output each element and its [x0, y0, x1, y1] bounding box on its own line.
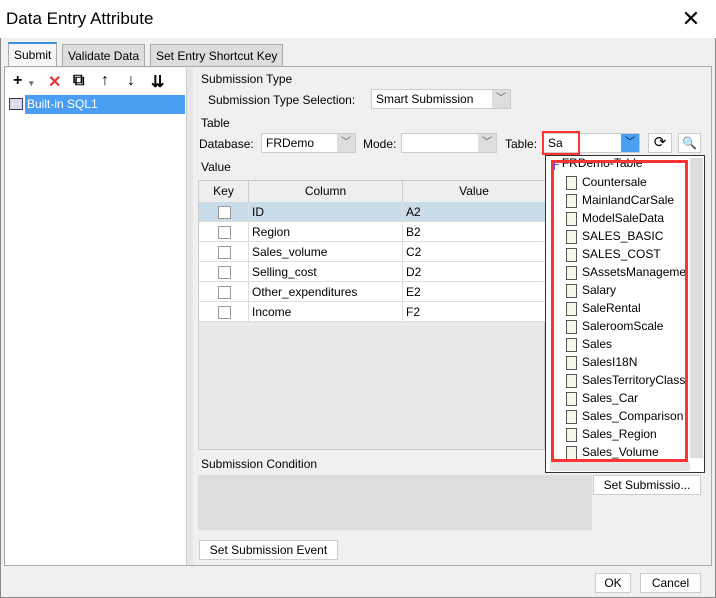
move-down-icon[interactable]: ↓ — [127, 72, 135, 90]
value-heading: Value — [201, 160, 231, 174]
copy-icon[interactable]: ⧉ — [73, 72, 84, 90]
value-table: Key Column Value ID A2 Region B2 Sales_volum… — [198, 180, 545, 450]
chevron-down-icon: ﹀ — [337, 134, 355, 152]
splitter[interactable] — [187, 68, 193, 565]
submission-type-heading: Submission Type — [201, 72, 293, 86]
dialog-title: Data Entry Attribute — [6, 9, 154, 28]
vertical-scrollbar[interactable] — [690, 158, 703, 458]
key-cell — [199, 302, 249, 322]
value-cell[interactable]: B2 — [403, 222, 545, 242]
submission-type-label: Submission Type Selection: — [208, 93, 356, 107]
add-dropdown-icon[interactable]: ▾ — [29, 78, 34, 89]
preview-icon[interactable]: 🔍 — [678, 133, 701, 153]
column-cell[interactable]: Income — [249, 302, 403, 322]
table-heading: Table — [201, 116, 230, 130]
key-cell — [199, 262, 249, 282]
key-checkbox[interactable] — [218, 266, 231, 279]
set-submission-event-button[interactable]: Set Submission Event — [199, 540, 338, 560]
key-checkbox[interactable] — [218, 206, 231, 219]
mode-label: Mode: — [363, 137, 397, 151]
column-cell[interactable]: Region — [249, 222, 403, 242]
table-label: Table: — [505, 137, 538, 151]
table-row[interactable]: Region B2 — [199, 222, 545, 242]
delete-icon[interactable]: ✕ — [48, 72, 61, 92]
refresh-icon[interactable]: ⟳ — [648, 133, 672, 153]
database-value: FRDemo — [266, 136, 315, 150]
value-cell[interactable]: A2 — [403, 202, 545, 222]
horizontal-scrollbar[interactable] — [550, 461, 690, 471]
key-checkbox[interactable] — [218, 306, 231, 319]
list-item-builtin-sql1[interactable]: Built-in SQL1 — [25, 95, 185, 114]
key-cell — [199, 242, 249, 262]
key-checkbox[interactable] — [218, 286, 231, 299]
sql-list-panel — [5, 68, 187, 565]
submission-type-select[interactable]: Smart Submission ﹀ — [371, 89, 511, 109]
submission-type-value: Smart Submission — [376, 92, 474, 106]
column-cell[interactable]: Other_expenditures — [249, 282, 403, 302]
database-label: Database: — [199, 137, 254, 151]
chevron-down-icon[interactable]: ﹀ — [621, 134, 639, 152]
table-row[interactable]: ID A2 — [199, 202, 545, 222]
cancel-button[interactable]: Cancel — [640, 573, 701, 593]
column-cell[interactable]: Selling_cost — [249, 262, 403, 282]
tab-set-entry-shortcut-key[interactable]: Set Entry Shortcut Key — [150, 44, 284, 67]
close-icon[interactable]: ✕ — [680, 6, 702, 32]
mode-select[interactable]: ﹀ — [401, 133, 497, 153]
value-cell[interactable]: D2 — [403, 262, 545, 282]
database-select[interactable]: FRDemo ﹀ — [261, 133, 356, 153]
value-cell[interactable]: E2 — [403, 282, 545, 302]
chevron-down-icon: ﹀ — [492, 90, 510, 108]
table-row[interactable]: Sales_volume C2 — [199, 242, 545, 262]
value-cell[interactable]: C2 — [403, 242, 545, 262]
table-row[interactable]: Other_expenditures E2 — [199, 282, 545, 302]
header-column[interactable]: Column — [249, 181, 403, 202]
move-bottom-icon[interactable]: ⇊ — [151, 72, 164, 92]
key-cell — [199, 282, 249, 302]
tab-validate-data[interactable]: Validate Data — [62, 44, 146, 67]
header-key[interactable]: Key — [199, 181, 249, 202]
highlight-box — [542, 131, 580, 155]
table-row[interactable]: Income F2 — [199, 302, 545, 322]
key-cell — [199, 202, 249, 222]
tab-submit[interactable]: Submit — [8, 42, 58, 67]
chevron-down-icon: ﹀ — [478, 134, 496, 152]
key-checkbox[interactable] — [218, 226, 231, 239]
column-cell[interactable]: Sales_volume — [249, 242, 403, 262]
key-checkbox[interactable] — [218, 246, 231, 259]
condition-area — [198, 475, 592, 530]
set-submission-condition-button[interactable]: Set Submissio... — [593, 475, 701, 495]
add-icon[interactable]: + — [13, 72, 22, 90]
move-up-icon[interactable]: ↑ — [101, 72, 109, 90]
header-value[interactable]: Value — [403, 181, 545, 202]
sql-icon — [9, 98, 23, 110]
column-cell[interactable]: ID — [249, 202, 403, 222]
key-cell — [199, 222, 249, 242]
value-cell[interactable]: F2 — [403, 302, 545, 322]
highlight-box — [551, 160, 688, 462]
ok-button[interactable]: OK — [595, 573, 631, 593]
submission-condition-heading: Submission Condition — [201, 457, 318, 471]
table-row[interactable]: Selling_cost D2 — [199, 262, 545, 282]
